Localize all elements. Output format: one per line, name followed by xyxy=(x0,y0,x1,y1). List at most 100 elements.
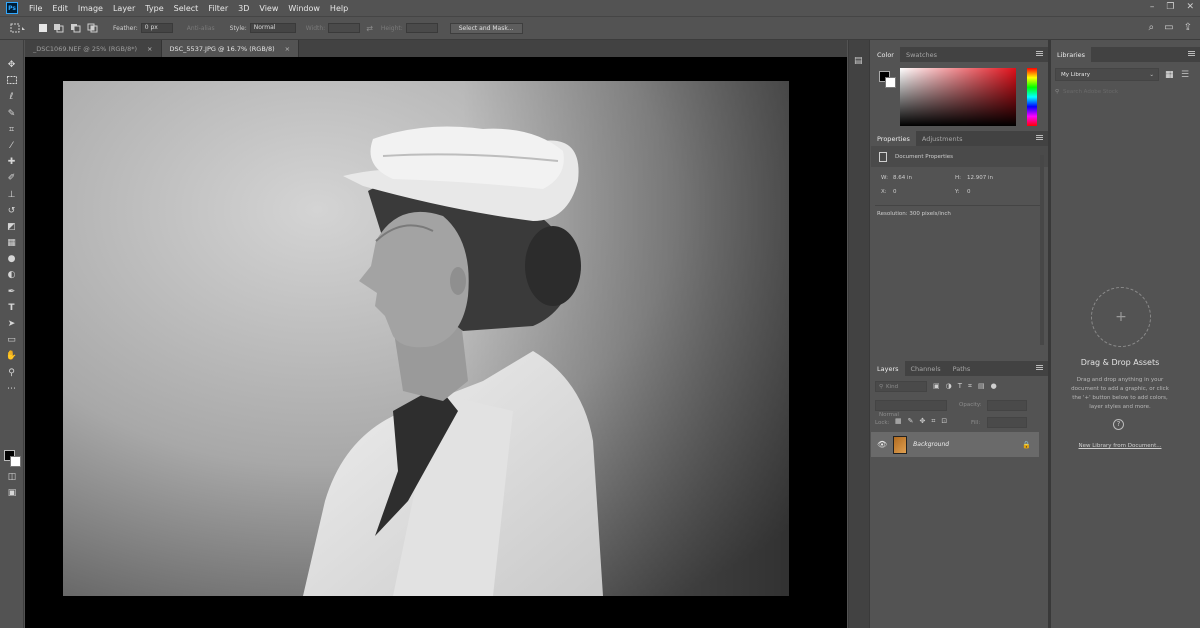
menu-edit[interactable]: Edit xyxy=(47,4,73,13)
style-select[interactable]: Normal xyxy=(249,23,296,33)
width-input[interactable] xyxy=(328,23,361,33)
layer-filter-kind[interactable]: ⚲ Kind xyxy=(875,381,927,392)
blur-tool-icon[interactable]: ● xyxy=(5,252,19,266)
menu-window[interactable]: Window xyxy=(283,4,325,13)
menu-select[interactable]: Select xyxy=(169,4,204,13)
pen-tool-icon[interactable]: ✒ xyxy=(5,285,19,299)
tab-color[interactable]: Color xyxy=(871,47,900,62)
healing-brush-tool-icon[interactable]: ✚ xyxy=(5,155,19,169)
intersect-selection-icon[interactable] xyxy=(87,23,99,33)
add-asset-icon[interactable]: + xyxy=(1091,287,1151,347)
library-select[interactable]: My Library ⌄ xyxy=(1055,68,1159,81)
tab-properties[interactable]: Properties xyxy=(871,131,916,146)
tab-adjustments[interactable]: Adjustments xyxy=(916,131,969,146)
move-tool-icon[interactable]: ✥ xyxy=(5,58,19,72)
marquee-tool-icon[interactable] xyxy=(5,74,19,88)
tab-layers[interactable]: Layers xyxy=(871,361,905,376)
panel-menu-icon[interactable] xyxy=(1188,51,1195,56)
add-to-selection-icon[interactable] xyxy=(53,23,65,33)
search-icon[interactable]: ⌕ xyxy=(1149,22,1155,33)
filter-shape-icon[interactable]: ⌗ xyxy=(968,382,972,391)
menu-3d[interactable]: 3D xyxy=(233,4,254,13)
filter-toggle-icon[interactable]: ● xyxy=(991,382,997,391)
zoom-tool-icon[interactable]: ⚲ xyxy=(5,366,19,380)
new-selection-icon[interactable] xyxy=(38,23,48,33)
tab-dsc1069[interactable]: _DSC1069.NEF @ 25% (RGB/8*) × xyxy=(25,40,162,57)
swap-icon[interactable]: ⇄ xyxy=(366,24,373,33)
tab-dsc5537[interactable]: DSC_5537.JPG @ 16.7% (RGB/8) × xyxy=(161,40,300,57)
eraser-tool-icon[interactable]: ◩ xyxy=(5,220,19,234)
layer-row-background[interactable]: 👁 Background 🔒 xyxy=(871,432,1039,457)
new-library-from-document-link[interactable]: New Library from Document... xyxy=(1051,443,1189,449)
panel-menu-icon[interactable] xyxy=(1036,51,1043,56)
lock-position-icon[interactable]: ✥ xyxy=(920,417,926,426)
menu-type[interactable]: Type xyxy=(140,4,168,13)
color-spectrum-field[interactable] xyxy=(900,68,1016,126)
w-value[interactable]: 8.64 in xyxy=(893,175,912,181)
panel-menu-icon[interactable] xyxy=(1036,135,1043,140)
dodge-tool-icon[interactable]: ◐ xyxy=(5,268,19,282)
filter-smart-object-icon[interactable]: ▤ xyxy=(978,382,985,391)
layer-name[interactable]: Background xyxy=(913,441,949,448)
subtract-from-selection-icon[interactable] xyxy=(70,23,82,33)
eye-icon[interactable]: 👁 xyxy=(877,440,887,449)
history-panel-icon[interactable]: ▤ xyxy=(854,56,864,66)
menu-filter[interactable]: Filter xyxy=(203,4,233,13)
filter-adjustment-icon[interactable]: ◑ xyxy=(946,382,952,391)
opacity-input[interactable] xyxy=(987,400,1027,411)
lock-pixels-icon[interactable]: ✎ xyxy=(908,417,914,426)
hue-slider[interactable] xyxy=(1027,68,1037,126)
lock-artboard-icon[interactable]: ⌗ xyxy=(931,417,935,426)
filter-pixel-icon[interactable]: ▣ xyxy=(933,382,940,391)
background-color-swatch[interactable] xyxy=(10,456,21,467)
path-selection-tool-icon[interactable]: ➤ xyxy=(5,317,19,331)
color-background-swatch[interactable] xyxy=(885,77,896,88)
lock-transparency-icon[interactable]: ▦ xyxy=(895,417,902,426)
tab-swatches[interactable]: Swatches xyxy=(900,47,943,62)
type-tool-icon[interactable]: T xyxy=(5,301,19,315)
menu-file[interactable]: File xyxy=(24,4,47,13)
restore-icon[interactable]: ❐ xyxy=(1166,2,1174,12)
brush-tool-icon[interactable]: ✐ xyxy=(5,171,19,185)
stock-search-field[interactable]: ⚲ Search Adobe Stock xyxy=(1055,86,1195,98)
close-tab-icon[interactable]: × xyxy=(285,45,290,53)
rectangle-tool-icon[interactable]: ▭ xyxy=(5,333,19,347)
tab-paths[interactable]: Paths xyxy=(947,361,977,376)
fill-input[interactable] xyxy=(987,417,1027,428)
x-value[interactable]: 0 xyxy=(893,189,897,195)
grid-view-icon[interactable]: ▦ xyxy=(1165,70,1174,80)
blend-mode-select[interactable]: Normal xyxy=(875,400,947,418)
history-brush-tool-icon[interactable]: ↺ xyxy=(5,204,19,218)
antialias-checkbox[interactable]: Anti-alias xyxy=(187,25,215,32)
lock-all-icon[interactable]: ⊡ xyxy=(941,417,947,426)
height-input[interactable] xyxy=(405,23,438,33)
select-and-mask-button[interactable]: Select and Mask... xyxy=(449,22,523,34)
quick-select-tool-icon[interactable]: ✎ xyxy=(5,107,19,121)
more-tools-icon[interactable]: ⋯ xyxy=(5,382,19,396)
menu-help[interactable]: Help xyxy=(325,4,353,13)
workspace-icon[interactable]: ▭ xyxy=(1164,22,1173,33)
panel-menu-icon[interactable] xyxy=(1036,365,1043,370)
quick-mask-icon[interactable]: ◫ xyxy=(5,470,19,484)
y-value[interactable]: 0 xyxy=(967,189,971,195)
minimize-icon[interactable]: – xyxy=(1150,2,1155,12)
feather-input[interactable]: 0 px xyxy=(140,23,173,33)
document-canvas[interactable] xyxy=(25,57,847,628)
marquee-tool-preset-icon[interactable] xyxy=(8,21,28,35)
close-tab-icon[interactable]: × xyxy=(147,45,152,53)
filter-type-icon[interactable]: T xyxy=(958,382,962,391)
h-value[interactable]: 12.907 in xyxy=(967,175,993,181)
share-icon[interactable]: ⇪ xyxy=(1184,22,1192,33)
properties-scrollbar[interactable] xyxy=(1040,155,1044,345)
menu-view[interactable]: View xyxy=(254,4,283,13)
hand-tool-icon[interactable]: ✋ xyxy=(5,349,19,363)
gradient-tool-icon[interactable]: ▦ xyxy=(5,236,19,250)
eyedropper-tool-icon[interactable]: ⁄ xyxy=(5,139,19,153)
screen-mode-icon[interactable]: ▣ xyxy=(5,486,19,500)
crop-tool-icon[interactable]: ⌗ xyxy=(5,123,19,137)
menu-image[interactable]: Image xyxy=(73,4,108,13)
tab-libraries[interactable]: Libraries xyxy=(1051,47,1092,62)
list-view-icon[interactable]: ☰ xyxy=(1181,70,1189,80)
help-icon[interactable]: ? xyxy=(1113,419,1124,430)
tab-channels[interactable]: Channels xyxy=(905,361,947,376)
